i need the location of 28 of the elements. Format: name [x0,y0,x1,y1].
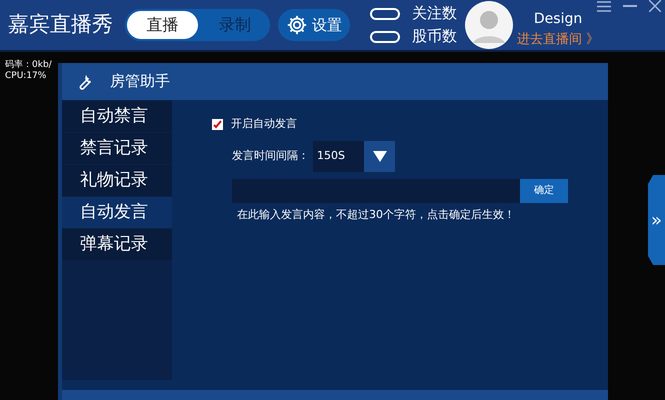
confirm-button[interactable]: 确定 [520,178,568,202]
toggle-icon [370,30,400,42]
sidebar-item[interactable]: 禁言记录 [62,133,172,164]
status-text: 码率：0kb/ [5,60,52,71]
interval-label: 发言时间间隔： [232,148,309,164]
stat-label: 关注数 [412,5,457,22]
sidebar-item[interactable]: 自动禁言 [62,101,172,132]
checkbox-label: 开启自动发言 [231,116,297,132]
menu-icon[interactable] [597,0,611,12]
dialog-title: 房管助手 [110,71,170,92]
expand-tab[interactable]: » [648,175,665,265]
sidebar-item[interactable]: 自动发言 [62,197,172,228]
message-input-field[interactable] [232,178,520,202]
caret-icon [372,150,386,162]
stat-label: 股币数 [412,28,457,45]
checkbox[interactable] [212,118,223,130]
toggle-icon [370,8,400,20]
settings-button[interactable]: 设置 [278,9,350,41]
mode-tab[interactable]: 直播 [125,9,200,41]
sidebar-item[interactable]: 弹幕记录 [62,229,172,260]
close-icon[interactable] [649,0,661,12]
status-text: CPU:17% [5,71,48,82]
sidebar-item[interactable]: 礼物记录 [62,165,172,196]
user-name: Design [534,10,582,29]
hint-text: 在此输入发言内容，不超过30个字符，点击确定后生效！ [236,206,516,222]
settings-icon [286,14,308,36]
enter-room-link[interactable]: 进去直播间 》 [517,30,600,50]
app-title: 嘉宾直播秀 [8,11,113,38]
